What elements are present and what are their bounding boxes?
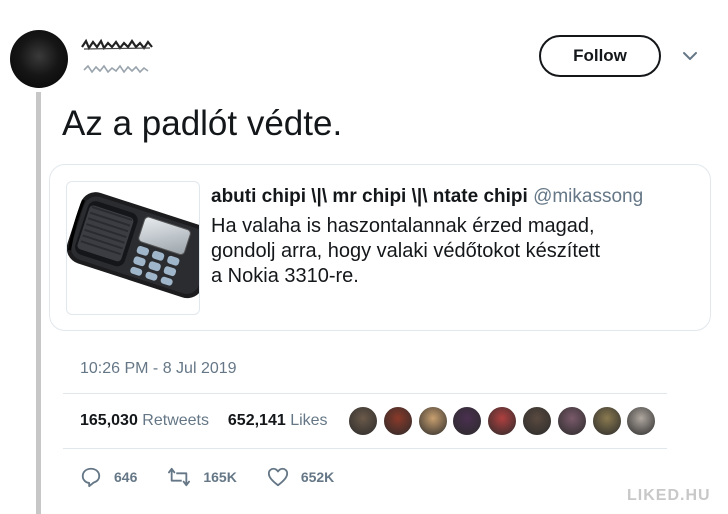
engagement-stats: 165,030 Retweets 652,141 Likes	[80, 412, 328, 430]
watermark: LIKED.HU	[627, 487, 711, 504]
like-button[interactable]: 652K	[267, 466, 334, 488]
reply-button[interactable]: 646	[80, 466, 137, 488]
liker-avatar[interactable]	[348, 406, 378, 436]
liker-avatar[interactable]	[487, 406, 518, 436]
quoted-line: Ha valaha is haszontalannak érzed magad,	[211, 215, 595, 237]
divider	[63, 393, 667, 394]
liker-avatar[interactable]	[626, 406, 657, 436]
heart-icon	[267, 467, 288, 487]
divider	[63, 448, 667, 449]
liker-avatars	[348, 406, 661, 436]
liker-avatar[interactable]	[556, 406, 587, 436]
retweet-button[interactable]: 165K	[167, 466, 237, 488]
tweet-timestamp[interactable]: 10:26 PM - 8 Jul 2019	[80, 360, 237, 378]
liker-avatar[interactable]	[591, 406, 622, 436]
reply-count: 646	[114, 469, 138, 485]
nokia-phone-image	[66, 181, 200, 315]
reply-icon	[81, 467, 101, 488]
retweets-label[interactable]: Retweets	[142, 412, 209, 429]
likes-label[interactable]: Likes	[290, 412, 327, 429]
likes-count[interactable]: 652,141	[228, 412, 286, 429]
redacted-handle	[83, 64, 149, 74]
quoted-author-handle[interactable]: @mikassong	[533, 186, 643, 207]
quoted-line: gondolj arra, hogy valaki védőtokot kész…	[211, 240, 601, 262]
liker-avatar[interactable]	[382, 406, 413, 436]
follow-button[interactable]: Follow	[539, 35, 661, 77]
quoted-line: a Nokia 3310-re.	[211, 265, 359, 287]
liker-avatar[interactable]	[452, 406, 483, 436]
retweet-icon	[168, 467, 191, 487]
liker-avatar[interactable]	[521, 406, 552, 436]
retweet-count: 165K	[203, 469, 237, 485]
liker-avatar[interactable]	[417, 406, 448, 436]
tweet-actions: 646 165K 652K	[80, 466, 364, 488]
tweet-text: Az a padlót védte.	[62, 104, 343, 143]
thread-line	[36, 92, 41, 514]
retweets-count[interactable]: 165,030	[80, 412, 138, 429]
redacted-name	[81, 38, 153, 51]
quoted-tweet-header: abuti chipi \|\ mr chipi \|\ ntate chipi…	[211, 186, 643, 208]
quoted-tweet-text: Ha valaha is haszontalannak érzed magad,…	[211, 214, 701, 289]
like-count: 652K	[300, 469, 335, 485]
quoted-author-name[interactable]: abuti chipi \|\ mr chipi \|\ ntate chipi	[211, 186, 528, 207]
chevron-down-icon[interactable]	[682, 50, 698, 62]
avatar[interactable]	[10, 30, 68, 88]
